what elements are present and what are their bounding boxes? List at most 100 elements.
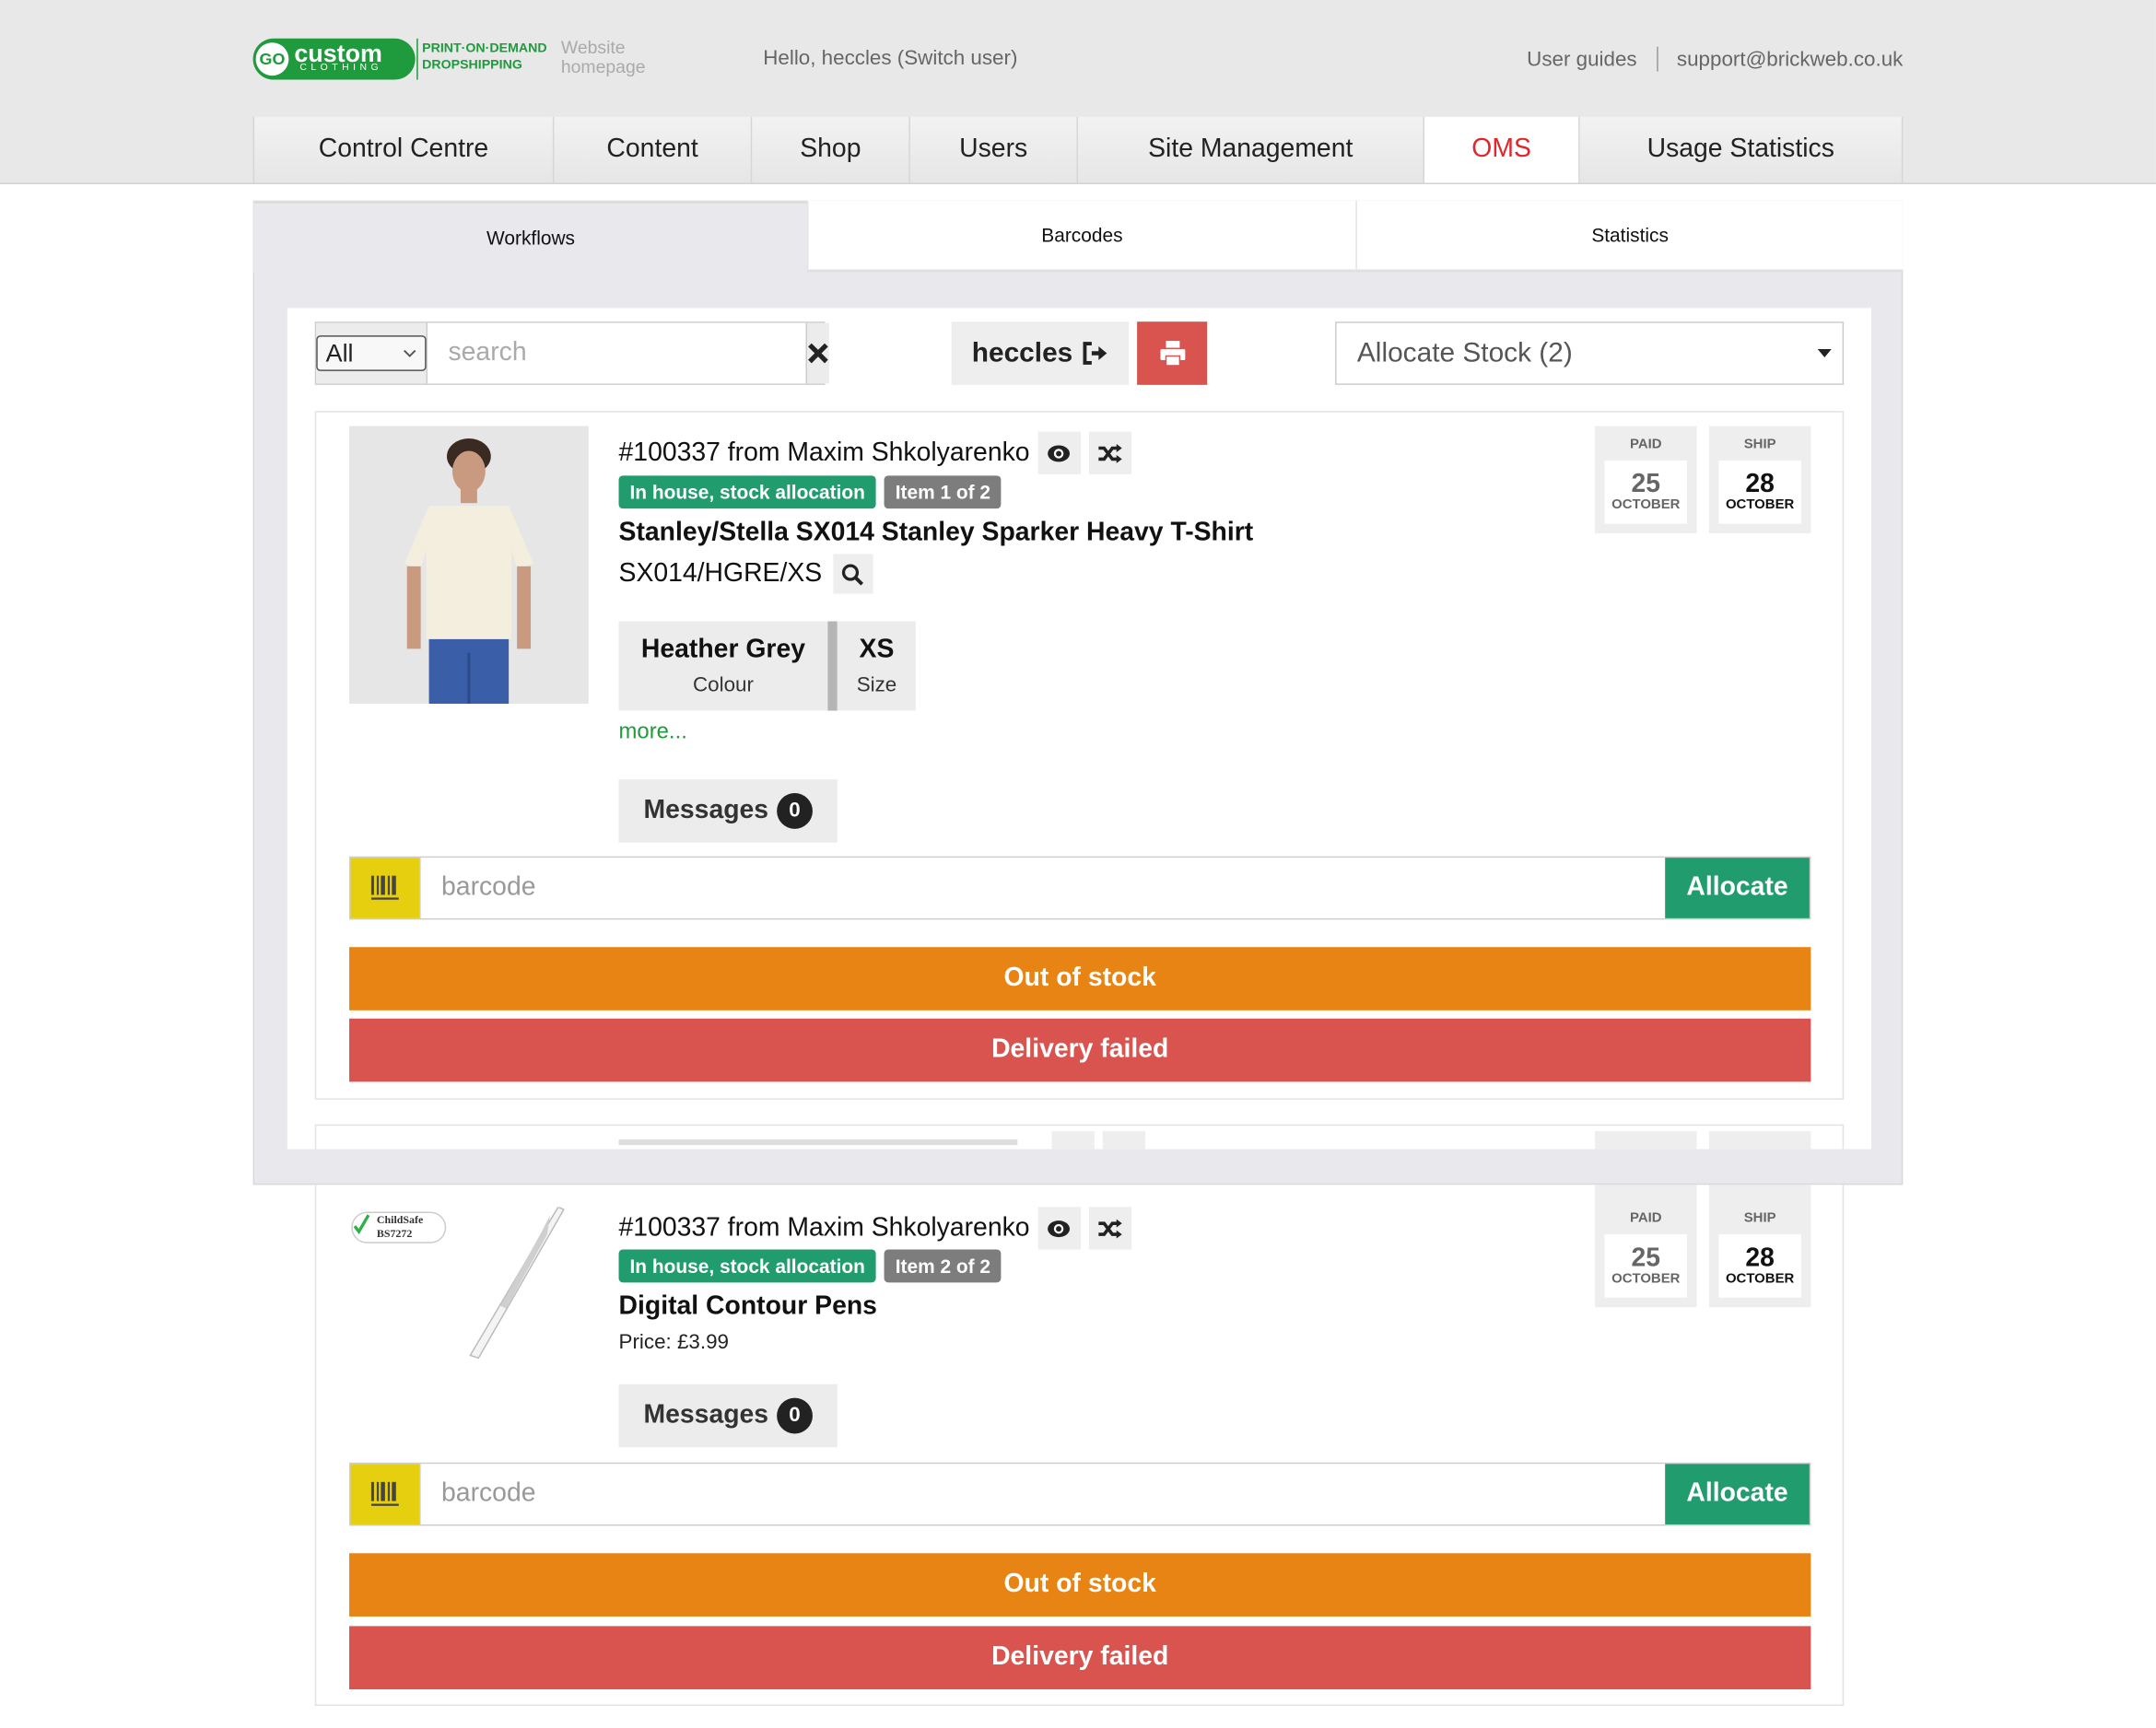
paid-date: PAID 25 OCTOBER <box>1595 1185 1697 1308</box>
scope-select-wrap: All <box>316 322 428 384</box>
user-guides-link[interactable]: User guides <box>1527 47 1636 70</box>
order-badges: In house, stock allocation Item 1 of 2 <box>618 475 1002 509</box>
nav-users[interactable]: Users <box>909 116 1078 183</box>
paid-month: OCTOBER <box>1611 1271 1681 1287</box>
nav-shop[interactable]: Shop <box>752 116 910 183</box>
product-image-tshirt[interactable] <box>349 426 589 705</box>
card-preview-clipped <box>314 1124 1845 1150</box>
bs-standard-text: BS7272 <box>377 1227 412 1240</box>
paid-label: PAID <box>1630 437 1662 452</box>
order-badges: In house, stock allocation Item 2 of 2 <box>618 1249 1002 1283</box>
product-image-pen[interactable]: ChildSafe BS7272 <box>349 1207 589 1361</box>
paid-day: 25 <box>1631 1243 1661 1273</box>
current-user-button[interactable]: heccles <box>951 321 1130 385</box>
ship-day: 28 <box>1745 1243 1775 1273</box>
ship-label: SHIP <box>1743 1210 1776 1227</box>
paid-date-box: 25 OCTOBER <box>1604 1234 1688 1298</box>
print-button[interactable] <box>1137 321 1208 385</box>
order-item-card: ChildSafe BS7272 #100337 from Maxim Shko… <box>314 1185 1845 1706</box>
attribute-label: Colour <box>692 673 754 697</box>
product-attributes: Heather Grey Colour XS Size <box>618 621 917 711</box>
workflow-select[interactable]: Allocate Stock (2) <box>1335 321 1845 385</box>
product-price: Price: £3.99 <box>618 1330 729 1354</box>
order-title-text[interactable]: #100337 from Maxim Shkolyarenko <box>619 438 1030 468</box>
logo-divider <box>416 38 418 80</box>
nav-content[interactable]: Content <box>554 116 753 183</box>
messages-count-badge: 0 <box>777 1397 813 1434</box>
nav-usage-statistics[interactable]: Usage Statistics <box>1579 116 1904 183</box>
allocate-button[interactable]: Allocate <box>1665 858 1810 918</box>
item-count-badge: Item 2 of 2 <box>884 1249 1002 1283</box>
barcode-icon <box>370 875 399 900</box>
allocate-button[interactable]: Allocate <box>1665 1464 1810 1524</box>
barcode-scan-button[interactable] <box>350 1464 421 1524</box>
order-title: #100337 from Maxim Shkolyarenko <box>619 431 1131 474</box>
clipped-paid-date <box>1595 1131 1697 1150</box>
print-icon <box>1159 341 1185 367</box>
brand-logo[interactable]: GO custom CLOTHING <box>252 38 416 80</box>
view-order-button[interactable] <box>1037 1207 1081 1250</box>
close-icon <box>808 343 828 364</box>
link-separator <box>1656 46 1658 72</box>
nav-site-management[interactable]: Site Management <box>1077 116 1425 183</box>
logo-go: GO <box>255 42 289 76</box>
sub-tabs: Workflows Barcodes Statistics <box>252 200 1904 273</box>
ship-day: 28 <box>1745 470 1775 499</box>
messages-button[interactable]: Messages 0 <box>618 779 838 843</box>
eye-icon <box>1048 444 1071 461</box>
messages-label: Messages <box>643 796 769 825</box>
delivery-failed-button[interactable]: Delivery failed <box>349 1626 1811 1690</box>
tab-barcodes[interactable]: Barcodes <box>806 200 1356 273</box>
view-order-button[interactable] <box>1037 431 1081 474</box>
ship-label: SHIP <box>1743 437 1776 452</box>
order-title-text[interactable]: #100337 from Maxim Shkolyarenko <box>619 1213 1030 1243</box>
barcode-input[interactable] <box>420 858 1666 918</box>
tab-workflows[interactable]: Workflows <box>252 200 807 273</box>
sku-search-button[interactable] <box>833 554 873 594</box>
barcode-input[interactable] <box>420 1464 1666 1524</box>
paid-date: PAID 25 OCTOBER <box>1595 426 1697 534</box>
nav-oms[interactable]: OMS <box>1424 116 1580 183</box>
shuffle-icon <box>1098 443 1123 463</box>
logo-clothing: CLOTHING <box>299 63 383 74</box>
barcode-row: Allocate <box>349 1462 1811 1526</box>
tab-statistics[interactable]: Statistics <box>1355 200 1904 273</box>
clipped-ship-date <box>1708 1131 1811 1150</box>
barcode-row: Allocate <box>349 856 1811 920</box>
attribute-colour: Heather Grey Colour <box>618 621 828 711</box>
ship-date-box: 28 OCTOBER <box>1718 1234 1801 1298</box>
delivery-failed-button[interactable]: Delivery failed <box>349 1018 1811 1082</box>
scope-select-value: All <box>325 338 354 367</box>
clipped-title <box>618 1139 1018 1146</box>
scope-select[interactable]: All <box>316 335 427 371</box>
barcode-scan-button[interactable] <box>350 858 421 918</box>
barcode-icon <box>370 1481 399 1506</box>
sku-text: SX014/HGRE/XS <box>618 558 823 588</box>
out-of-stock-button[interactable]: Out of stock <box>349 947 1811 1010</box>
more-attributes-link[interactable]: more... <box>619 720 687 745</box>
attribute-size: XS Size <box>837 621 917 711</box>
nav-control-centre[interactable]: Control Centre <box>252 116 555 183</box>
reassign-button[interactable] <box>1088 1207 1131 1250</box>
main-nav: Control Centre Content Shop Users Site M… <box>252 116 1904 183</box>
website-homepage-link[interactable]: Website homepage <box>560 37 646 77</box>
tagline-line-1: PRINT·ON·DEMAND <box>422 41 547 57</box>
product-sku: SX014/HGRE/XS <box>618 554 873 594</box>
out-of-stock-button[interactable]: Out of stock <box>349 1553 1811 1617</box>
filter-group: All <box>314 321 829 385</box>
ship-month: OCTOBER <box>1725 497 1795 513</box>
search-input[interactable] <box>428 322 806 384</box>
item-count-badge: Item 1 of 2 <box>884 475 1002 509</box>
paid-day: 25 <box>1631 470 1661 499</box>
caret-down-icon <box>1817 349 1832 357</box>
reassign-button[interactable] <box>1088 431 1131 474</box>
greeting-switch-user[interactable]: Hello, heccles (Switch user) <box>763 47 1017 70</box>
clear-search-button[interactable] <box>805 322 829 384</box>
messages-count-badge: 0 <box>777 793 813 829</box>
status-badge: In house, stock allocation <box>618 475 876 509</box>
attribute-separator <box>827 621 838 711</box>
paid-date-box: 25 OCTOBER <box>1604 460 1688 524</box>
support-email-link[interactable]: support@brickweb.co.uk <box>1677 47 1903 70</box>
messages-button[interactable]: Messages 0 <box>618 1384 838 1448</box>
website-link-line-1: Website <box>560 37 626 58</box>
